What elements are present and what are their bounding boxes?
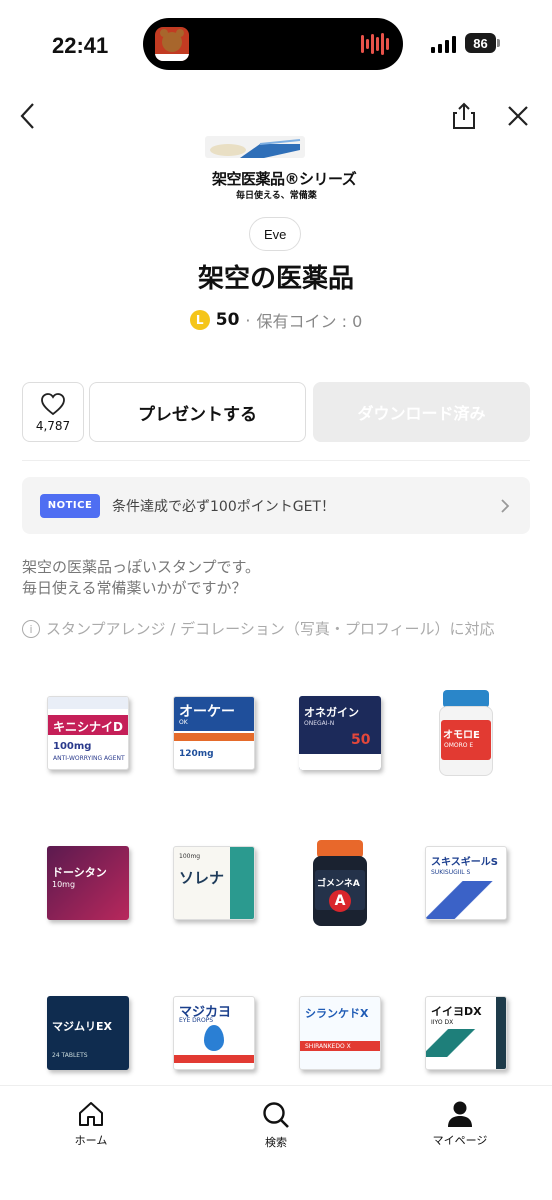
price-separator: · bbox=[245, 310, 251, 330]
price-value: 50 bbox=[215, 310, 240, 330]
sticker-item[interactable]: ゴメンネA A bbox=[292, 835, 388, 931]
present-button[interactable]: プレゼントする bbox=[89, 382, 306, 442]
sticker-item[interactable]: オモロE OMORO E bbox=[418, 685, 514, 781]
tab-bar: ホーム 検索 マイページ bbox=[0, 1085, 552, 1200]
product-banner: 架空医薬品®シリーズ 毎日使える、常備薬 bbox=[190, 130, 357, 201]
download-button: ダウンロード済み bbox=[313, 382, 530, 442]
sticker-item[interactable]: イイヨDX IIYO DX bbox=[418, 985, 514, 1081]
close-icon bbox=[508, 106, 528, 126]
tab-search[interactable]: 検索 bbox=[221, 1100, 331, 1150]
close-button[interactable] bbox=[498, 96, 538, 136]
signal-icon bbox=[431, 36, 457, 53]
divider bbox=[22, 460, 530, 461]
notice-banner[interactable]: NOTICE 条件達成で必ず100ポイントGET！ bbox=[22, 477, 530, 534]
tab-home[interactable]: ホーム bbox=[36, 1100, 146, 1148]
tab-mypage[interactable]: マイページ bbox=[405, 1100, 515, 1148]
sticker-item[interactable]: マジムリEX 24 TABLETS bbox=[40, 985, 136, 1081]
price-row: L 50 · 保有コイン : 0 bbox=[0, 308, 552, 332]
description-line: 架空の医薬品っぽいスタンプです。 bbox=[22, 558, 261, 576]
info-icon: i bbox=[22, 620, 40, 638]
status-bar: 22:41 86 bbox=[0, 0, 552, 90]
sticker-item[interactable]: ドーシタン 10mg bbox=[40, 835, 136, 931]
chevron-left-icon bbox=[20, 103, 34, 129]
home-icon bbox=[79, 1102, 103, 1126]
page-title: 架空の医薬品 bbox=[197, 264, 354, 294]
like-button[interactable]: 4,787 bbox=[22, 382, 84, 442]
share-button[interactable] bbox=[444, 96, 484, 136]
sticker-grid: キニシナイD 100mg ANTI-WORRYING AGENT オーケー OK… bbox=[40, 685, 520, 1081]
tab-label: 検索 bbox=[265, 1136, 287, 1149]
sticker-item[interactable]: シランケドX SHIRANKEDO X bbox=[292, 985, 388, 1081]
banner-title: 架空医薬品®シリーズ bbox=[212, 170, 357, 188]
search-icon bbox=[263, 1102, 289, 1128]
feature-note: i スタンプアレンジ / デコレーション（写真・プロフィール）に対応 bbox=[22, 619, 532, 640]
tab-label: マイページ bbox=[432, 1134, 488, 1147]
coin-icon: L bbox=[189, 310, 210, 330]
dynamic-island[interactable] bbox=[143, 18, 403, 70]
chevron-right-icon bbox=[501, 498, 510, 513]
feature-note-text: スタンプアレンジ / デコレーション（写真・プロフィール）に対応 bbox=[46, 620, 495, 638]
sticker-item[interactable]: 100mg ソレナ bbox=[166, 835, 262, 931]
like-count: 4,787 bbox=[35, 418, 71, 433]
notice-text: 条件達成で必ず100ポイントGET！ bbox=[112, 498, 335, 515]
battery-icon: 86 bbox=[465, 33, 496, 53]
banner-subtitle: 毎日使える、常備薬 bbox=[236, 191, 317, 201]
pill-pack-art bbox=[205, 136, 305, 158]
author-chip[interactable]: Eve bbox=[249, 217, 302, 251]
heart-icon bbox=[41, 392, 65, 415]
description: 架空の医薬品っぽいスタンプです。 毎日使える常備薬いかがですか？ bbox=[22, 557, 260, 599]
description-line: 毎日使える常備薬いかがですか？ bbox=[22, 579, 247, 597]
sticker-item[interactable]: オーケー OK 120mg bbox=[166, 685, 262, 781]
back-button[interactable] bbox=[8, 96, 48, 136]
sticker-item[interactable]: オネガイン ONEGAI-N 50 bbox=[292, 685, 388, 781]
sticker-item[interactable]: スキスギールS SUKISUGIIL S bbox=[418, 835, 514, 931]
notice-tag: NOTICE bbox=[40, 493, 100, 518]
share-icon bbox=[453, 102, 475, 129]
sticker-item[interactable]: キニシナイD 100mg ANTI-WORRYING AGENT bbox=[40, 685, 136, 781]
audio-wave-icon bbox=[361, 33, 389, 55]
sticker-item[interactable]: マジカヨ EYE DROPS bbox=[166, 985, 262, 1081]
owned-coins: 保有コイン : 0 bbox=[256, 312, 363, 331]
status-time: 22:41 bbox=[52, 33, 109, 58]
person-icon bbox=[448, 1101, 472, 1127]
now-playing-app-icon bbox=[155, 27, 189, 61]
tab-label: ホーム bbox=[74, 1134, 108, 1147]
